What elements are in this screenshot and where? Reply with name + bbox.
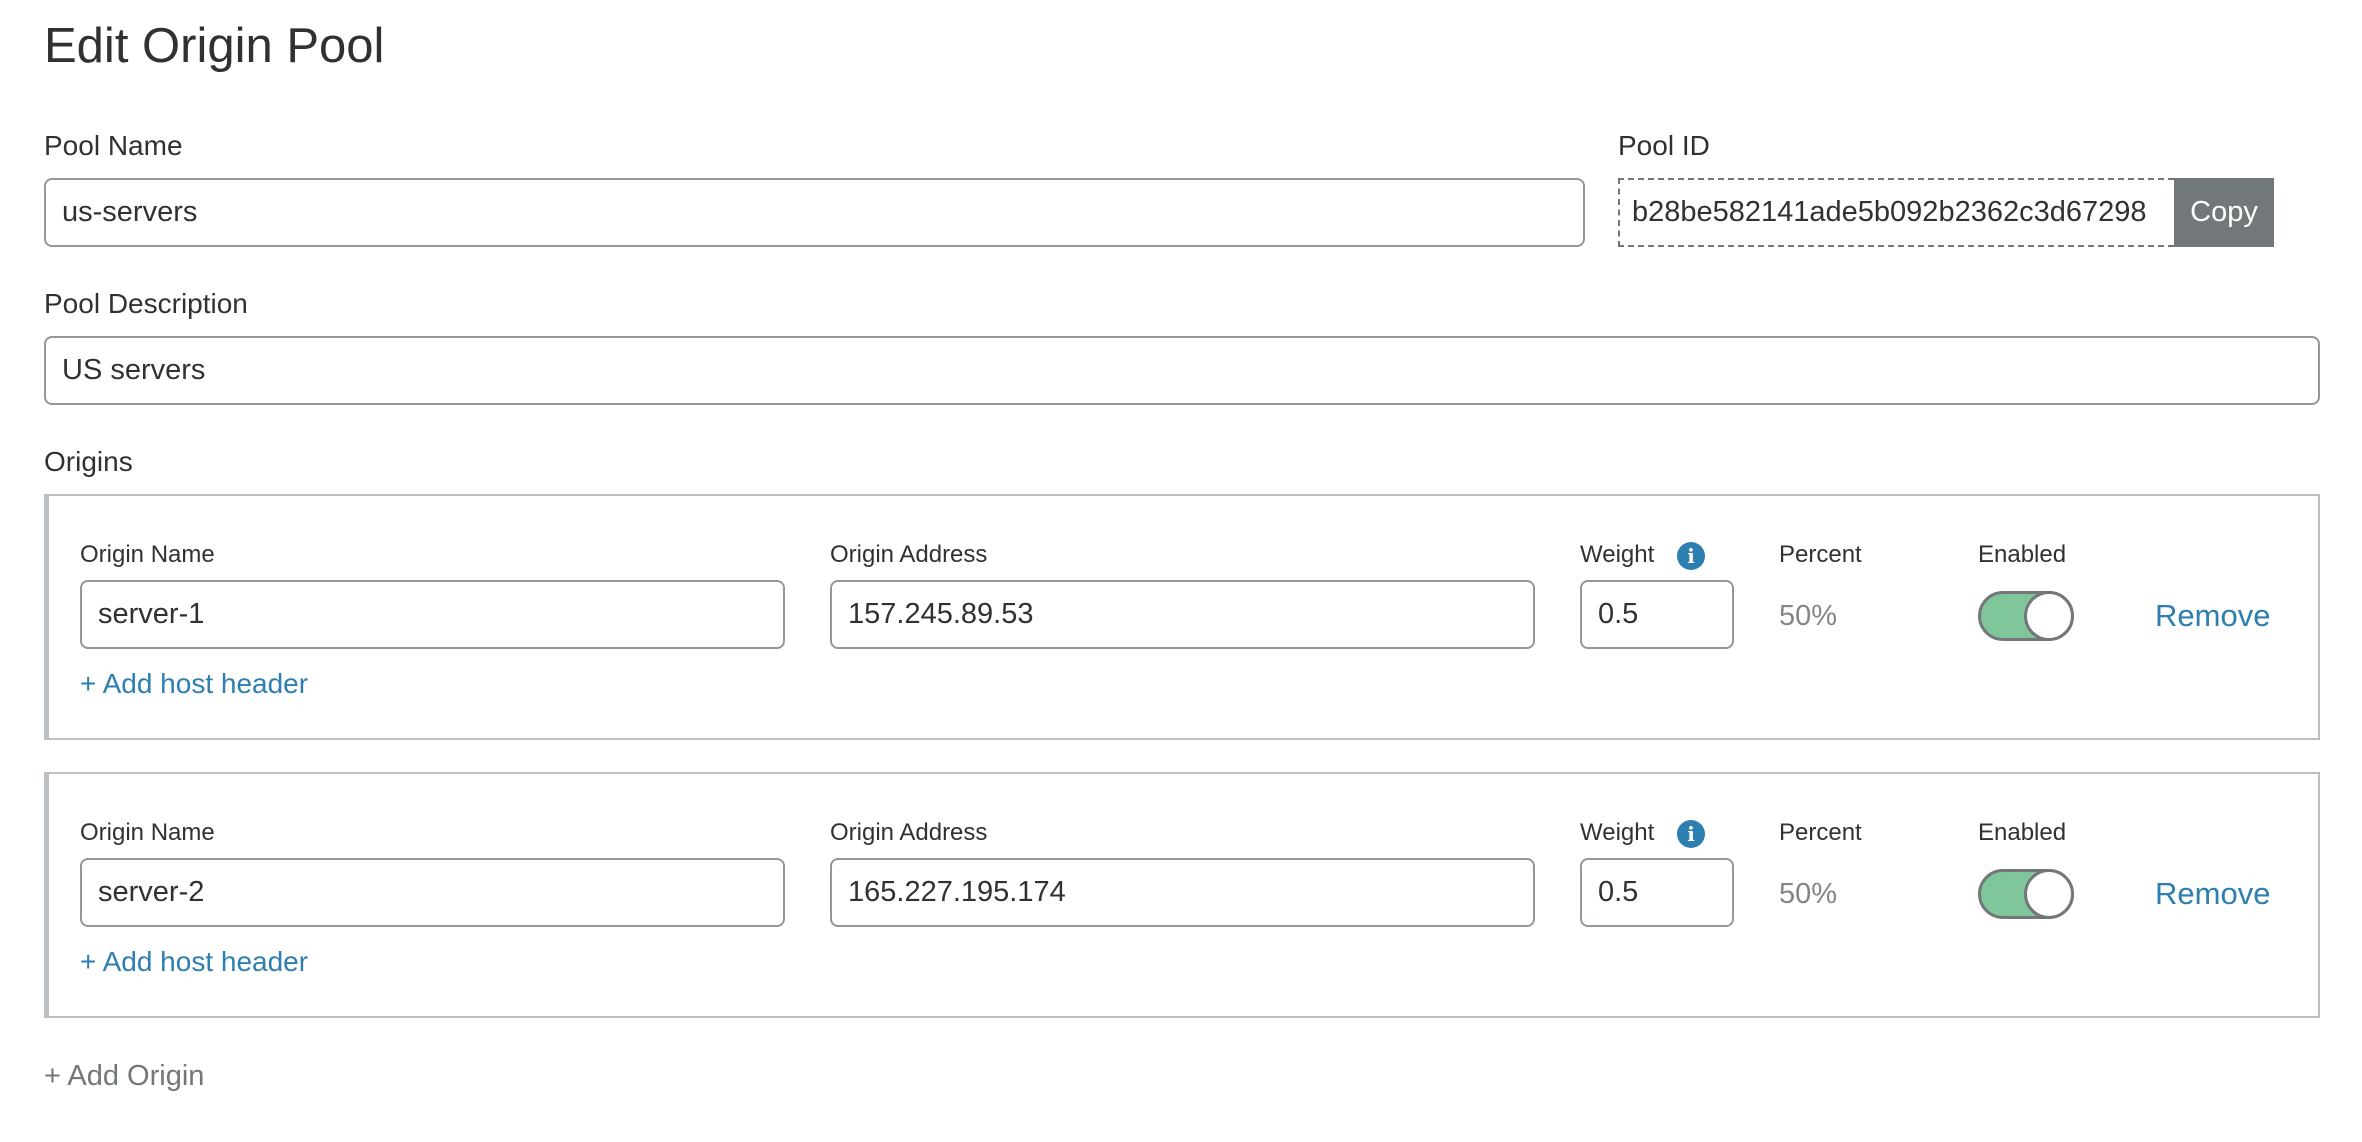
info-icon[interactable]: i xyxy=(1677,820,1705,848)
enabled-label: Enabled xyxy=(1978,819,2067,846)
pool-name-input[interactable] xyxy=(44,178,1585,247)
pool-id-label: Pool ID xyxy=(1618,130,1710,161)
origin-address-label: Origin Address xyxy=(830,819,988,846)
remove-origin-button[interactable]: Remove xyxy=(2155,875,2270,913)
add-origin-button[interactable]: + Add Origin xyxy=(44,1058,204,1094)
enabled-toggle[interactable] xyxy=(1978,869,2074,919)
pool-description-label: Pool Description xyxy=(44,288,248,319)
origin-name-label: Origin Name xyxy=(80,541,215,568)
percent-label: Percent xyxy=(1779,819,1862,846)
add-host-header-link[interactable]: + Add host header xyxy=(80,945,308,979)
toggle-knob xyxy=(2024,591,2074,641)
copy-pool-id-button[interactable]: Copy xyxy=(2174,178,2274,247)
origin-address-input[interactable] xyxy=(830,580,1535,649)
info-icon[interactable]: i xyxy=(1677,542,1705,570)
weight-input[interactable] xyxy=(1580,858,1734,927)
origin-address-label: Origin Address xyxy=(830,541,988,568)
weight-label: Weight xyxy=(1580,541,1655,568)
enabled-label: Enabled xyxy=(1978,541,2067,568)
percent-value: 50% xyxy=(1779,878,1838,910)
pool-description-input[interactable] xyxy=(44,336,2320,405)
add-host-header-link[interactable]: + Add host header xyxy=(80,667,308,701)
origin-name-input[interactable] xyxy=(80,580,785,649)
weight-input[interactable] xyxy=(1580,580,1734,649)
pool-name-label: Pool Name xyxy=(44,130,183,161)
origin-name-label: Origin Name xyxy=(80,819,215,846)
percent-label: Percent xyxy=(1779,541,1862,568)
remove-origin-button[interactable]: Remove xyxy=(2155,597,2270,635)
page-title: Edit Origin Pool xyxy=(44,19,385,73)
pool-id-value: b28be582141ade5b092b2362c3d67298 xyxy=(1618,178,2174,247)
toggle-knob xyxy=(2024,869,2074,919)
weight-label: Weight xyxy=(1580,819,1655,846)
origins-label: Origins xyxy=(44,446,133,477)
origin-name-input[interactable] xyxy=(80,858,785,927)
origin-address-input[interactable] xyxy=(830,858,1535,927)
percent-value: 50% xyxy=(1779,600,1838,632)
enabled-toggle[interactable] xyxy=(1978,591,2074,641)
